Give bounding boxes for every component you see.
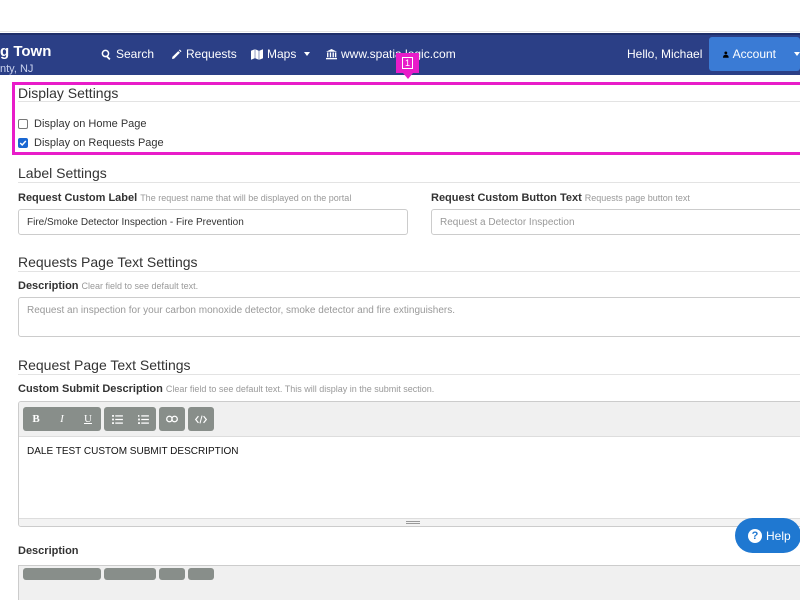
custom-label-hint: The request name that will be displayed …	[140, 193, 352, 203]
custom-label-field-label: Request Custom Label The request name tha…	[18, 192, 351, 204]
resize-grip-icon	[406, 521, 420, 524]
account-label: Account	[732, 47, 776, 61]
display-home-page-checkbox[interactable]	[18, 119, 28, 129]
check-icon	[19, 140, 27, 147]
brand-title: g Town	[0, 43, 52, 60]
greeting: Hello, Michael	[627, 47, 702, 61]
display-requests-page-option[interactable]: Display on Requests Page	[18, 137, 164, 149]
pencil-icon	[172, 48, 182, 59]
greeting-label: Hello, Michael	[627, 47, 703, 61]
request-description-title: Description	[18, 545, 79, 557]
bullet-list-button[interactable]	[104, 407, 130, 431]
request-description-field-label: Description	[18, 545, 79, 557]
editor-toolbar: B I U	[19, 402, 800, 437]
text-format-group: B I U	[23, 407, 101, 431]
custom-button-hint: Requests page button text	[584, 193, 690, 203]
section-divider	[18, 182, 800, 183]
custom-button-input[interactable]: Request a Detector Inspection	[431, 209, 800, 235]
code-group[interactable]	[188, 568, 214, 580]
numbered-list-icon	[137, 414, 149, 424]
search-icon	[101, 49, 111, 60]
user-icon	[723, 50, 729, 58]
display-settings-title: Display Settings	[18, 85, 119, 101]
question-icon: ?	[748, 528, 762, 543]
display-home-page-label: Display on Home Page	[34, 118, 147, 130]
custom-button-field-label: Request Custom Button Text Requests page …	[431, 192, 690, 204]
help-button[interactable]: ? Help	[735, 518, 800, 553]
submit-description-field-label: Custom Submit Description Clear field to …	[18, 383, 434, 395]
link-group	[159, 407, 185, 431]
requests-description-field-label: Description Clear field to see default te…	[18, 280, 198, 292]
nav-maps[interactable]: Maps	[251, 47, 311, 61]
nav-search-label: Search	[116, 47, 155, 61]
chevron-down-icon	[794, 52, 800, 56]
bold-button[interactable]: B	[23, 407, 49, 431]
code-group	[188, 407, 214, 431]
nav-site-link[interactable]: www.spatia logic.com	[326, 47, 456, 61]
institution-icon	[326, 48, 337, 59]
account-button[interactable]: Account	[709, 37, 800, 71]
request-page-text-title: Request Page Text Settings	[18, 357, 191, 373]
requests-description-title: Description	[18, 280, 79, 292]
section-divider	[18, 101, 800, 102]
display-requests-page-checkbox[interactable]	[18, 138, 28, 148]
code-view-button[interactable]	[188, 407, 214, 431]
submit-description-editor: B I U DALE TEST CUSTOM SUBMIT DESCRIPTIO…	[18, 401, 800, 527]
link-icon	[166, 415, 178, 423]
nav-search[interactable]: Search	[101, 47, 154, 61]
text-format-group[interactable]	[23, 568, 101, 580]
annotation-marker-label: 1	[401, 57, 413, 69]
editor-content[interactable]: DALE TEST CUSTOM SUBMIT DESCRIPTION	[19, 437, 800, 466]
bullet-list-icon	[111, 414, 123, 424]
custom-label-title: Request Custom Label	[18, 192, 138, 204]
annotation-marker: 1	[396, 53, 419, 73]
display-home-page-option[interactable]: Display on Home Page	[18, 118, 147, 130]
annotation-marker-pointer	[403, 73, 413, 79]
editor-resize-handle[interactable]	[19, 518, 800, 526]
map-icon	[251, 48, 263, 60]
nav-maps-label: Maps	[267, 47, 297, 61]
requests-page-text-title: Requests Page Text Settings	[18, 254, 198, 270]
section-divider	[18, 374, 800, 375]
nav-requests-label: Requests	[186, 47, 237, 61]
description-editor-toolbar	[18, 565, 800, 600]
submit-description-hint: Clear field to see default text. This wi…	[165, 384, 435, 394]
browser-top-strip	[0, 0, 800, 32]
brand-subtitle: nty, NJ	[0, 63, 34, 75]
display-requests-page-label: Display on Requests Page	[34, 137, 164, 149]
link-button[interactable]	[159, 407, 185, 431]
label-settings-title: Label Settings	[18, 165, 107, 181]
custom-button-title: Request Custom Button Text	[431, 192, 582, 204]
help-label: Help	[766, 528, 791, 543]
numbered-list-button[interactable]	[130, 407, 156, 431]
nav-requests[interactable]: Requests	[171, 47, 237, 61]
section-divider	[18, 271, 800, 272]
requests-description-hint: Clear field to see default text.	[81, 281, 199, 291]
custom-label-input[interactable]: Fire/Smoke Detector Inspection - Fire Pr…	[18, 209, 408, 235]
submit-description-title: Custom Submit Description	[18, 383, 163, 395]
chevron-down-icon	[304, 52, 311, 56]
code-icon	[195, 415, 207, 423]
italic-button[interactable]: I	[49, 407, 75, 431]
underline-button[interactable]: U	[75, 407, 101, 431]
requests-description-textarea[interactable]: Request an inspection for your carbon mo…	[18, 297, 800, 337]
link-group[interactable]	[159, 568, 185, 580]
list-group[interactable]	[104, 568, 156, 580]
list-group	[104, 407, 156, 431]
